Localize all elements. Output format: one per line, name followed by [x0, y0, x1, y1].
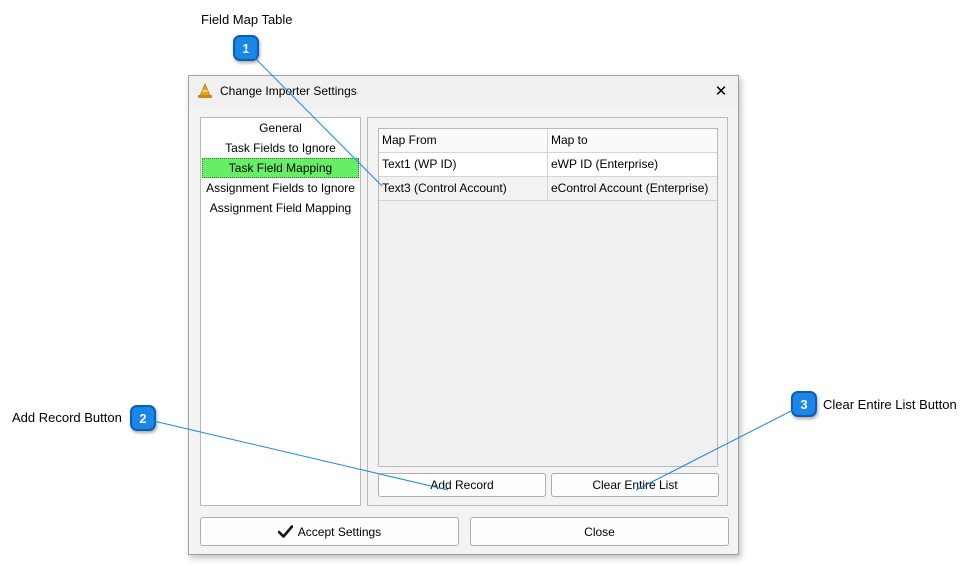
table-cell-map-to[interactable]: eWP ID (Enterprise) — [548, 153, 717, 176]
callout-label-field-map-table: Field Map Table — [201, 12, 293, 27]
sidebar-item-general[interactable]: General — [201, 118, 360, 138]
field-map-table[interactable]: Map From Map to Text1 (WP ID) eWP ID (En… — [378, 128, 718, 467]
callout-label-add-record: Add Record Button — [12, 410, 122, 425]
settings-category-list: General Task Fields to Ignore Task Field… — [200, 117, 361, 506]
add-record-button[interactable]: Add Record — [378, 473, 546, 497]
table-row[interactable]: Text3 (Control Account) eControl Account… — [379, 177, 717, 201]
sidebar-item-task-fields-to-ignore[interactable]: Task Fields to Ignore — [201, 138, 360, 158]
accept-settings-button[interactable]: Accept Settings — [200, 517, 459, 546]
app-icon — [198, 83, 212, 98]
clear-entire-list-button[interactable]: Clear Entire List — [551, 473, 719, 497]
change-importer-settings-dialog: Change Importer Settings ✕ General Task … — [188, 75, 739, 555]
sidebar-item-assignment-field-mapping[interactable]: Assignment Field Mapping — [201, 198, 360, 218]
sidebar-item-task-field-mapping[interactable]: Task Field Mapping — [202, 158, 359, 178]
column-header-map-from[interactable]: Map From — [379, 129, 548, 152]
table-cell-map-to[interactable]: eControl Account (Enterprise) — [548, 177, 717, 200]
callout-badge-3: 3 — [791, 391, 817, 417]
callout-badge-1: 1 — [233, 35, 259, 61]
table-header-row: Map From Map to — [379, 129, 717, 153]
column-header-map-to[interactable]: Map to — [548, 129, 717, 152]
task-field-mapping-panel: Map From Map to Text1 (WP ID) eWP ID (En… — [367, 117, 728, 506]
callout-badge-2: 2 — [130, 405, 156, 431]
accept-settings-label: Accept Settings — [297, 524, 382, 539]
table-row[interactable]: Text1 (WP ID) eWP ID (Enterprise) — [379, 153, 717, 177]
close-button[interactable]: Close — [470, 517, 729, 546]
close-icon[interactable]: ✕ — [710, 80, 732, 102]
table-cell-map-from[interactable]: Text1 (WP ID) — [379, 153, 548, 176]
dialog-title: Change Importer Settings — [220, 84, 357, 98]
sidebar-item-assignment-fields-to-ignore[interactable]: Assignment Fields to Ignore — [201, 178, 360, 198]
callout-label-clear-list: Clear Entire List Button — [823, 397, 957, 412]
table-cell-map-from[interactable]: Text3 (Control Account) — [379, 177, 548, 200]
title-bar: Change Importer Settings ✕ — [189, 76, 738, 106]
checkmark-icon — [277, 525, 293, 538]
